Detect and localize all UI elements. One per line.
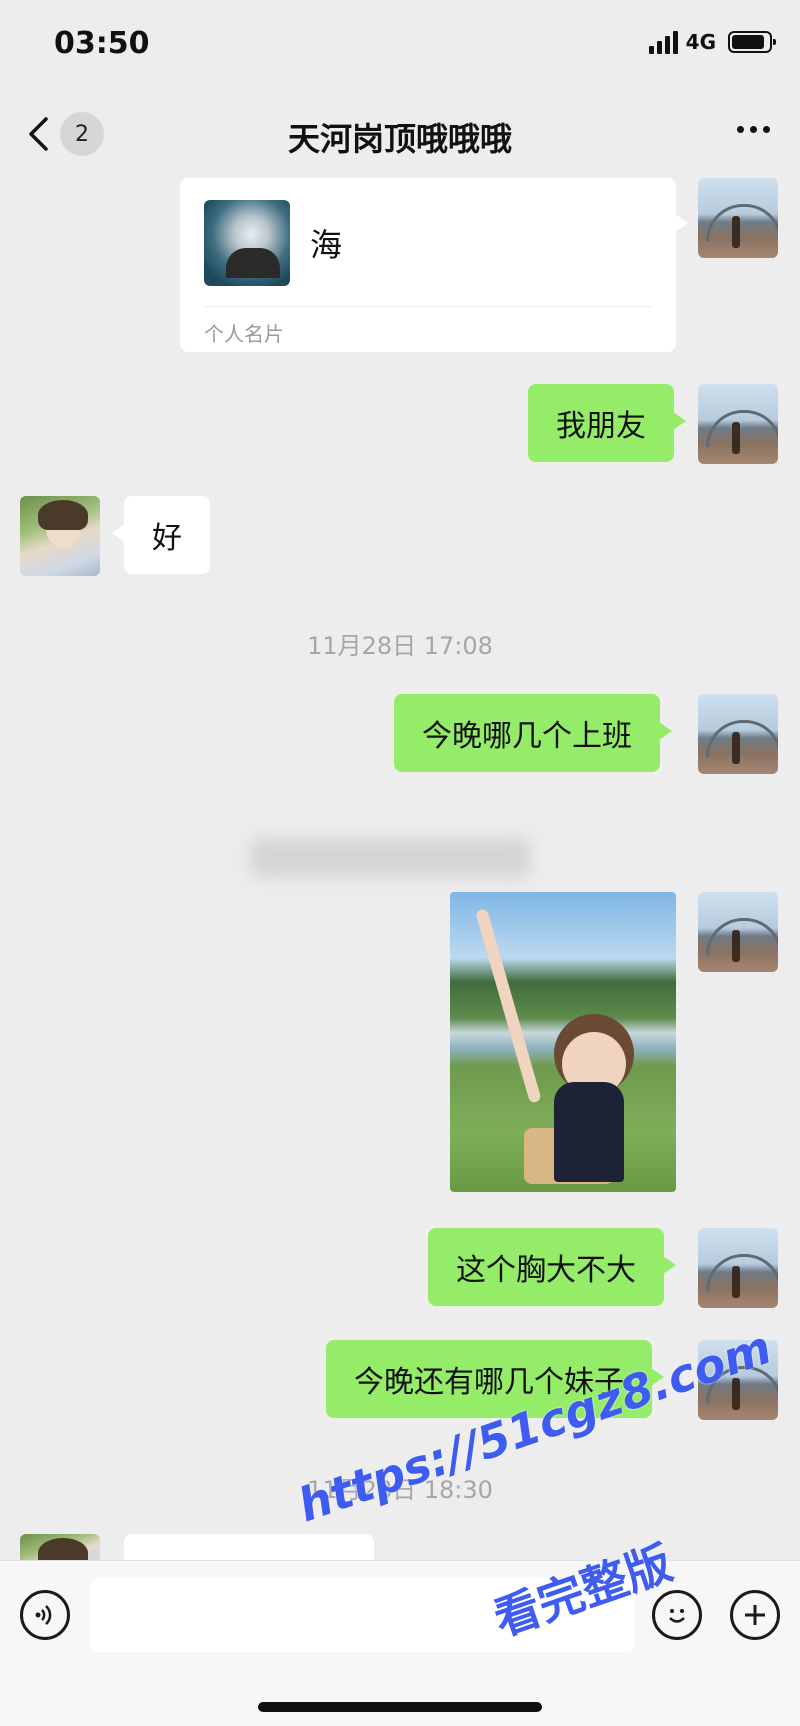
sent-message-bubble[interactable]: 今晚哪几个上班 bbox=[394, 694, 672, 772]
more-options-icon[interactable] bbox=[737, 126, 770, 133]
my-avatar[interactable] bbox=[698, 694, 778, 774]
received-message-bubble[interactable]: 好 bbox=[112, 496, 210, 574]
photo-detail bbox=[475, 908, 542, 1104]
home-indicator[interactable] bbox=[258, 1702, 542, 1712]
contact-card-message[interactable]: 海 个人名片 bbox=[180, 178, 688, 352]
message-text: 我朋友 bbox=[556, 409, 646, 444]
message-text: 今晚哪几个上班 bbox=[422, 719, 632, 754]
contact-avatar[interactable] bbox=[20, 496, 100, 576]
photo-detail bbox=[524, 1128, 614, 1184]
contact-card-avatar bbox=[204, 200, 290, 286]
blurred-text bbox=[250, 838, 530, 878]
status-indicators: 4G bbox=[648, 30, 776, 54]
my-avatar[interactable] bbox=[698, 384, 778, 464]
smiley-icon bbox=[669, 1609, 685, 1623]
my-avatar[interactable] bbox=[698, 892, 778, 972]
voice-icon[interactable] bbox=[20, 1590, 70, 1640]
sent-message-bubble[interactable]: 这个胸大不大 bbox=[428, 1228, 676, 1306]
add-icon bbox=[745, 1605, 765, 1625]
message-text: 好 bbox=[152, 521, 182, 556]
battery-icon bbox=[728, 31, 776, 53]
contact-card-label: 个人名片 bbox=[204, 322, 284, 346]
my-avatar[interactable] bbox=[698, 1228, 778, 1308]
network-type: 4G bbox=[685, 30, 716, 54]
my-avatar[interactable] bbox=[698, 178, 778, 258]
chat-screen: 03:50 4G 2 天河岗顶哦哦哦 海 个人名片 我朋友 好 11月28日 1… bbox=[0, 0, 800, 1726]
emoji-icon[interactable] bbox=[652, 1590, 702, 1640]
plus-icon[interactable] bbox=[730, 1590, 780, 1640]
signal-icon bbox=[648, 30, 678, 54]
contact-card-name: 海 bbox=[310, 226, 343, 264]
voice-waves-icon bbox=[35, 1605, 52, 1625]
message-timestamp: 11月28日 17:08 bbox=[307, 632, 493, 660]
chat-title: 天河岗顶哦哦哦 bbox=[287, 120, 512, 158]
status-time: 03:50 bbox=[54, 26, 150, 61]
message-text: 这个胸大不大 bbox=[456, 1253, 636, 1288]
sent-image-message[interactable] bbox=[450, 892, 676, 1192]
divider bbox=[204, 306, 652, 307]
sent-message-bubble[interactable]: 我朋友 bbox=[528, 384, 686, 462]
